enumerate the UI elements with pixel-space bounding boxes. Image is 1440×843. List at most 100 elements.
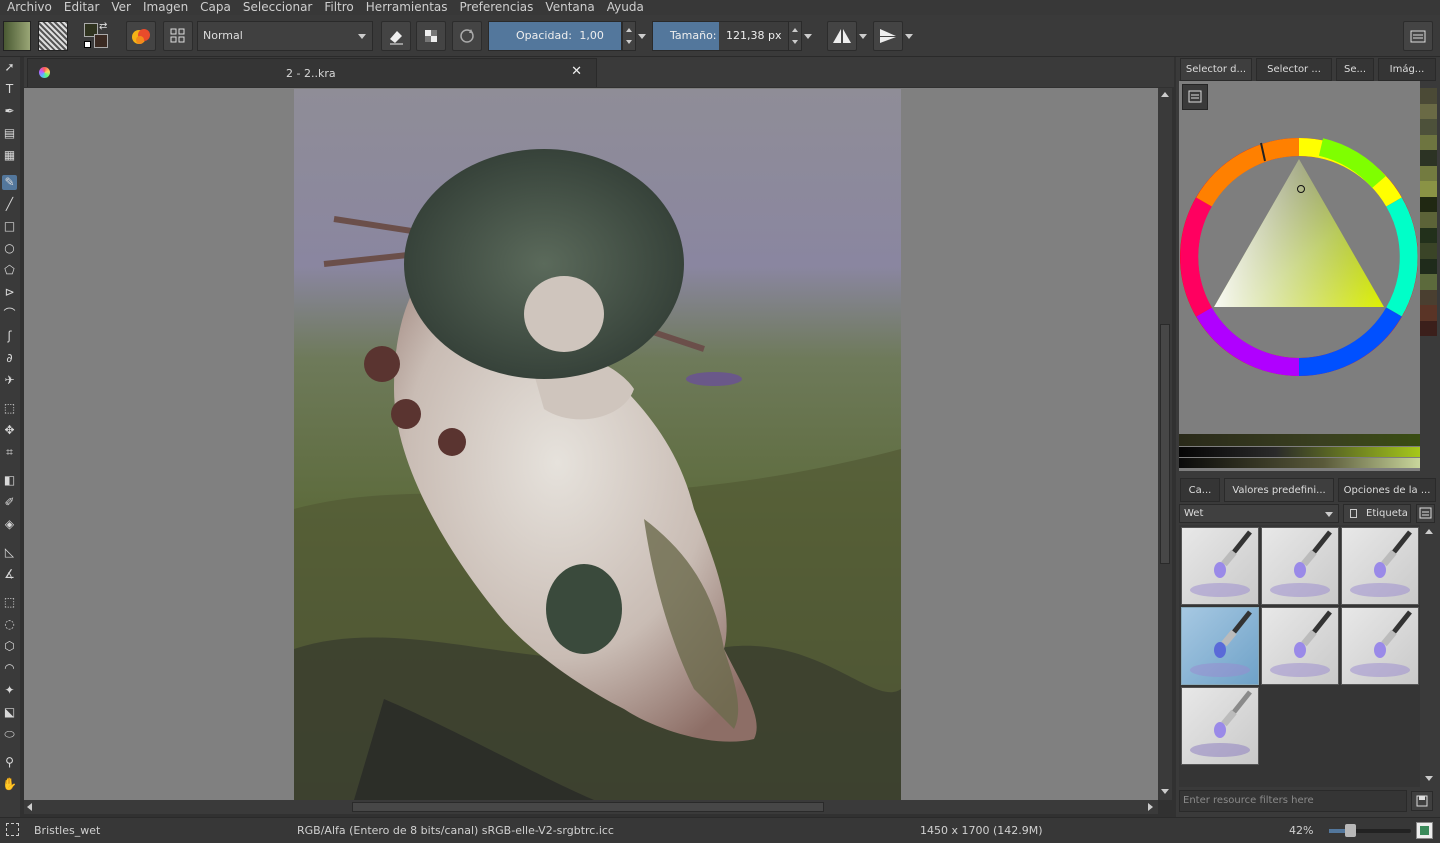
palette-swatch[interactable] xyxy=(1420,150,1437,166)
scroll-up-icon[interactable] xyxy=(1161,92,1169,97)
ellipse-select-tool-icon[interactable]: ◌ xyxy=(2,617,17,632)
zoom-tool-icon[interactable]: ⚲ xyxy=(2,755,17,770)
measure-tool-icon[interactable]: ∡ xyxy=(2,567,17,582)
size-slider[interactable]: Tamaño: 121,38 px xyxy=(652,21,789,51)
tag-button[interactable]: Etiqueta xyxy=(1343,504,1411,523)
scroll-down-icon[interactable] xyxy=(1425,776,1433,781)
line-tool-icon[interactable]: ╱ xyxy=(2,197,17,212)
reload-preset-button[interactable] xyxy=(452,21,482,51)
text-tool-icon[interactable]: T xyxy=(2,82,17,97)
mirror-vertical-button[interactable] xyxy=(873,21,903,51)
brush-preset-thumbnail[interactable] xyxy=(1341,527,1419,605)
swap-colors-icon[interactable]: ⇄ xyxy=(99,21,107,32)
scroll-left-icon[interactable] xyxy=(27,803,32,811)
menu-ayuda[interactable]: Ayuda xyxy=(601,0,650,15)
magic-wand-tool-icon[interactable]: ✦ xyxy=(2,683,17,698)
mirror-h-menu-icon[interactable] xyxy=(857,21,869,51)
brush-preset-thumbnail[interactable] xyxy=(1181,607,1259,685)
value-slider[interactable] xyxy=(1179,458,1420,468)
menu-imagen[interactable]: Imagen xyxy=(137,0,194,15)
preset-chooser-button[interactable] xyxy=(163,21,193,51)
palette-swatch[interactable] xyxy=(1420,258,1437,274)
gradient-edit-tool-icon[interactable]: ▤ xyxy=(2,126,17,141)
opacity-slider[interactable]: Opacidad: 1,00 xyxy=(488,21,622,51)
color-history-strip[interactable] xyxy=(1420,88,1437,338)
docker-tab-brush-settings[interactable]: Ca... xyxy=(1180,478,1220,502)
docker-tab-tool-options[interactable]: Opciones de la ... xyxy=(1338,478,1436,502)
docker-tab-advanced-color-selector[interactable]: Selector d... xyxy=(1180,58,1252,81)
ellipse-tool-icon[interactable]: ○ xyxy=(2,241,17,256)
brush-preset-thumbnail[interactable] xyxy=(1261,607,1339,685)
advanced-color-selector[interactable] xyxy=(1179,81,1420,471)
menu-ventana[interactable]: Ventana xyxy=(539,0,600,15)
menu-capa[interactable]: Capa xyxy=(194,0,237,15)
scrollbar-thumb[interactable] xyxy=(1160,324,1170,564)
eraser-mode-button[interactable] xyxy=(381,21,411,51)
palette-swatch[interactable] xyxy=(1420,88,1437,104)
palette-swatch[interactable] xyxy=(1420,165,1437,181)
move-tool-icon[interactable]: ✥ xyxy=(2,423,17,438)
docker-tab-image[interactable]: Imág... xyxy=(1378,58,1436,81)
palette-swatch[interactable] xyxy=(1420,289,1437,305)
freehand-brush-tool-icon[interactable]: ✎ xyxy=(2,175,17,190)
canvas-horizontal-scrollbar[interactable] xyxy=(24,800,1158,814)
docker-tab-color-selector[interactable]: Selector ... xyxy=(1256,58,1332,81)
brush-preset-thumbnail[interactable] xyxy=(1341,607,1419,685)
bezier-tool-icon[interactable]: ⌒ xyxy=(2,307,17,322)
canvas-area[interactable] xyxy=(24,88,1158,800)
scroll-up-icon[interactable] xyxy=(1425,529,1433,534)
zoom-fit-button[interactable] xyxy=(1416,822,1433,839)
preset-vertical-scrollbar[interactable] xyxy=(1422,525,1435,787)
pattern-selector[interactable] xyxy=(38,21,68,51)
select-shapes-tool-icon[interactable]: ➚ xyxy=(2,60,17,75)
scrollbar-thumb[interactable] xyxy=(352,802,824,812)
polygon-tool-icon[interactable]: ⬠ xyxy=(2,263,17,278)
preserve-alpha-button[interactable] xyxy=(416,21,446,51)
menu-preferencias[interactable]: Preferencias xyxy=(454,0,540,15)
palette-swatch[interactable] xyxy=(1420,212,1437,228)
freehand-select-tool-icon[interactable]: ◠ xyxy=(2,661,17,676)
resource-filter-input[interactable]: Enter resource filters here xyxy=(1179,790,1407,812)
palette-swatch[interactable] xyxy=(1420,119,1437,135)
reset-colors-icon[interactable] xyxy=(84,41,91,48)
fill-tool-icon[interactable]: ◈ xyxy=(2,517,17,532)
crop-tool-icon[interactable]: ⌗ xyxy=(2,445,17,460)
dynamic-brush-tool-icon[interactable]: ∂ xyxy=(2,351,17,366)
scroll-right-icon[interactable] xyxy=(1148,803,1153,811)
rect-select-tool-icon[interactable]: ⬚ xyxy=(2,595,17,610)
palette-swatch[interactable] xyxy=(1420,134,1437,150)
similar-select-tool-icon[interactable]: ⬕ xyxy=(2,705,17,720)
docker-menu-button[interactable] xyxy=(1403,21,1433,51)
palette-swatch[interactable] xyxy=(1420,103,1437,119)
menu-herramientas[interactable]: Herramientas xyxy=(360,0,454,15)
mirror-v-menu-icon[interactable] xyxy=(903,21,915,51)
hue-slider[interactable] xyxy=(1179,434,1420,446)
document-tab[interactable]: 2 - 2..kra ✕ xyxy=(27,58,597,87)
docker-tab-specific-selector[interactable]: Se... xyxy=(1336,58,1374,81)
menu-seleccionar[interactable]: Seleccionar xyxy=(237,0,318,15)
pattern-edit-tool-icon[interactable]: ▦ xyxy=(2,148,17,163)
palette-swatch[interactable] xyxy=(1420,227,1437,243)
palette-swatch[interactable] xyxy=(1420,181,1437,197)
transform-tool-icon[interactable]: ⬚ xyxy=(2,401,17,416)
menu-editar[interactable]: Editar xyxy=(58,0,106,15)
brush-preset-thumbnail[interactable] xyxy=(1181,687,1259,765)
save-filter-button[interactable] xyxy=(1411,791,1433,811)
scroll-down-icon[interactable] xyxy=(1161,789,1169,794)
brush-preset-thumbnail[interactable] xyxy=(1181,527,1259,605)
size-menu-icon[interactable] xyxy=(802,21,814,51)
palette-swatch[interactable] xyxy=(1420,196,1437,212)
opacity-menu-icon[interactable] xyxy=(636,21,648,51)
opacity-spinner[interactable] xyxy=(622,21,636,51)
painting-canvas[interactable] xyxy=(294,89,901,800)
zoom-slider[interactable] xyxy=(1329,829,1411,833)
calligraphy-tool-icon[interactable]: ✒ xyxy=(2,104,17,119)
color-wheel[interactable] xyxy=(1179,81,1420,431)
menu-ver[interactable]: Ver xyxy=(105,0,137,15)
docker-tab-brush-presets[interactable]: Valores predefini... xyxy=(1224,478,1334,502)
menu-filtro[interactable]: Filtro xyxy=(318,0,359,15)
gradient-tool-icon[interactable]: ◧ xyxy=(2,473,17,488)
palette-swatch[interactable] xyxy=(1420,320,1437,336)
brush-editor-button[interactable] xyxy=(126,21,156,51)
view-options-button[interactable] xyxy=(1416,504,1435,523)
